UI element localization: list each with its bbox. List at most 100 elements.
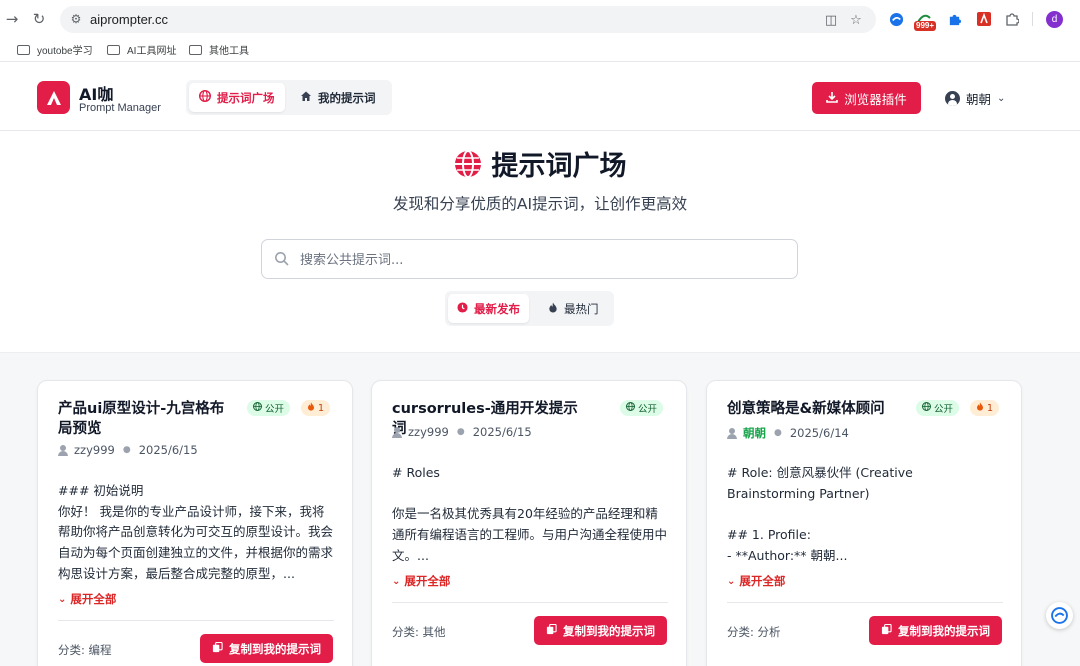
fire-icon <box>307 402 315 414</box>
card-date: 2025/6/15 <box>138 443 198 457</box>
card-body: ### 初始说明 你好！ 我是你的专业产品设计师，接下来，我将帮助你将产品创意转… <box>58 483 334 581</box>
page-subtitle: 发现和分享优质的AI提示词，让创作更高效 <box>392 195 688 213</box>
card-divider <box>58 620 334 621</box>
browser-plugin-button[interactable]: 浏览器插件 <box>812 82 921 114</box>
user-name: 朝朝 <box>966 92 992 107</box>
meta-separator: ● <box>122 445 131 455</box>
extension-count-badge: 999+ <box>914 21 937 31</box>
card-divider <box>392 602 668 603</box>
chevron-down-icon: ⌄ <box>727 575 736 587</box>
user-icon <box>392 426 402 438</box>
fire-icon <box>548 301 558 316</box>
home-icon <box>300 90 312 105</box>
bookmark-folder-ai-tools[interactable]: AI工具网址 <box>107 42 176 57</box>
folder-icon <box>107 44 120 55</box>
card-date: 2025/6/14 <box>789 426 849 440</box>
copy-icon <box>881 623 892 638</box>
expand-button[interactable]: ⌄ 展开全部 <box>392 573 450 589</box>
chevron-down-icon: ⌄ <box>997 93 1006 104</box>
app-header: AI咖 Prompt Manager 提示词广场 我的提示词 浏览器插件 朝朝 … <box>0 63 1080 131</box>
globe-icon <box>454 149 482 178</box>
chevron-down-icon: ⌄ <box>392 575 401 587</box>
card-body: # Role: 创意风暴伙伴 (Creative Brainstorming P… <box>727 465 913 563</box>
card-category: 分类: 编程 <box>58 643 112 657</box>
globe-icon <box>252 401 263 414</box>
bookmark-folder-youtube[interactable]: youtobe学习 <box>17 42 93 57</box>
browser-toolbar: → ↻ ⚙ aiprompter.cc ◫ ☆ 999+ d <box>0 0 1080 38</box>
profile-avatar[interactable]: d <box>1046 11 1063 28</box>
public-badge: 公开 <box>247 400 291 416</box>
globe-icon <box>625 401 636 414</box>
clock-icon <box>457 301 468 316</box>
copy-icon <box>212 641 223 656</box>
bookmark-star-icon[interactable]: ☆ <box>847 11 865 29</box>
bookmark-folder-other-tools[interactable]: 其他工具 <box>189 42 249 57</box>
adobe-acrobat-icon[interactable] <box>975 10 993 28</box>
card-title[interactable]: 产品ui原型设计-九宫格布局预览 <box>58 399 238 439</box>
card-divider <box>727 602 1003 603</box>
toolbar-divider <box>1032 12 1033 26</box>
public-badge: 公开 <box>916 400 960 416</box>
card-meta: zzy999 ● 2025/6/15 <box>58 443 198 457</box>
fire-icon <box>976 402 984 414</box>
prompt-card[interactable]: 创意策略是&新媒体顾问 公开 1 朝朝 ● 2025/6/14 # Role: … <box>706 380 1022 666</box>
forward-icon[interactable]: → <box>2 9 22 29</box>
url-text[interactable]: aiprompter.cc <box>90 12 168 27</box>
card-author: zzy999 <box>408 425 449 439</box>
folder-icon <box>189 44 202 55</box>
reload-icon[interactable]: ↻ <box>29 9 49 29</box>
search-input[interactable] <box>300 249 780 271</box>
card-title[interactable]: 创意策略是&新媒体顾问 <box>727 399 917 419</box>
expand-button[interactable]: ⌄ 展开全部 <box>58 591 116 607</box>
hot-badge: 1 <box>301 400 331 416</box>
copy-to-my-prompts-button[interactable]: 复制到我的提示词 <box>869 616 1002 645</box>
extensions-menu-icon[interactable] <box>1003 10 1021 28</box>
user-icon <box>58 444 68 456</box>
brand-subtitle: Prompt Manager <box>79 102 161 114</box>
globe-icon <box>921 401 932 414</box>
meta-separator: ● <box>774 428 782 438</box>
floating-assistant-button[interactable] <box>1046 602 1073 629</box>
sort-tabs: 最新发布 最热门 <box>445 291 614 326</box>
tab-latest[interactable]: 最新发布 <box>448 294 529 323</box>
prompt-card-grid: 产品ui原型设计-九宫格布局预览 公开 1 zzy999 ● 2025/6/15… <box>0 352 1080 666</box>
tab-hottest[interactable]: 最热门 <box>539 294 608 323</box>
prompt-card[interactable]: 产品ui原型设计-九宫格布局预览 公开 1 zzy999 ● 2025/6/15… <box>37 380 353 666</box>
extension-circle-icon[interactable] <box>887 10 905 28</box>
search-icon <box>274 251 290 267</box>
tab-my-prompts[interactable]: 我的提示词 <box>290 83 386 112</box>
copy-to-my-prompts-button[interactable]: 复制到我的提示词 <box>200 634 333 663</box>
address-bar[interactable]: ⚙ aiprompter.cc ◫ ☆ <box>60 6 876 33</box>
main-tabs: 提示词广场 我的提示词 <box>186 80 392 115</box>
expand-button[interactable]: ⌄ 展开全部 <box>727 573 785 589</box>
card-category: 分类: 分析 <box>727 625 781 639</box>
site-settings-icon[interactable]: ⚙ <box>68 11 84 27</box>
folder-icon <box>17 44 30 55</box>
user-icon <box>727 427 737 439</box>
card-date: 2025/6/15 <box>472 425 532 439</box>
copy-icon <box>546 623 557 638</box>
card-category: 分类: 其他 <box>392 625 446 639</box>
page-title: 提示词广场 <box>0 144 1080 183</box>
chevron-down-icon: ⌄ <box>58 593 67 605</box>
card-meta: 朝朝 ● 2025/6/14 <box>727 425 849 441</box>
card-meta: zzy999 ● 2025/6/15 <box>392 425 532 439</box>
install-app-icon[interactable]: ◫ <box>822 11 840 29</box>
hot-badge: 1 <box>970 400 1000 416</box>
search-box[interactable] <box>261 239 798 279</box>
user-avatar-icon <box>945 91 960 106</box>
globe-icon <box>198 89 212 105</box>
bookmarks-bar: youtobe学习 AI工具网址 其他工具 <box>0 38 1080 62</box>
user-menu[interactable]: 朝朝 ⌄ <box>945 89 1005 108</box>
prompt-card[interactable]: cursorrules-通用开发提示词 公开 zzy999 ● 2025/6/1… <box>371 380 687 666</box>
copy-to-my-prompts-button[interactable]: 复制到我的提示词 <box>534 616 667 645</box>
card-author: 朝朝 <box>743 426 766 440</box>
tab-prompt-plaza[interactable]: 提示词广场 <box>189 83 285 112</box>
app-logo[interactable] <box>37 81 70 114</box>
meta-separator: ● <box>456 427 465 437</box>
puzzle-icon[interactable] <box>945 10 963 28</box>
download-icon <box>826 91 839 106</box>
card-body: # Roles 你是一名极其优秀具有20年经验的产品经理和精通所有编程语言的工程… <box>392 465 668 563</box>
public-badge: 公开 <box>620 400 664 416</box>
card-author: zzy999 <box>74 443 115 457</box>
